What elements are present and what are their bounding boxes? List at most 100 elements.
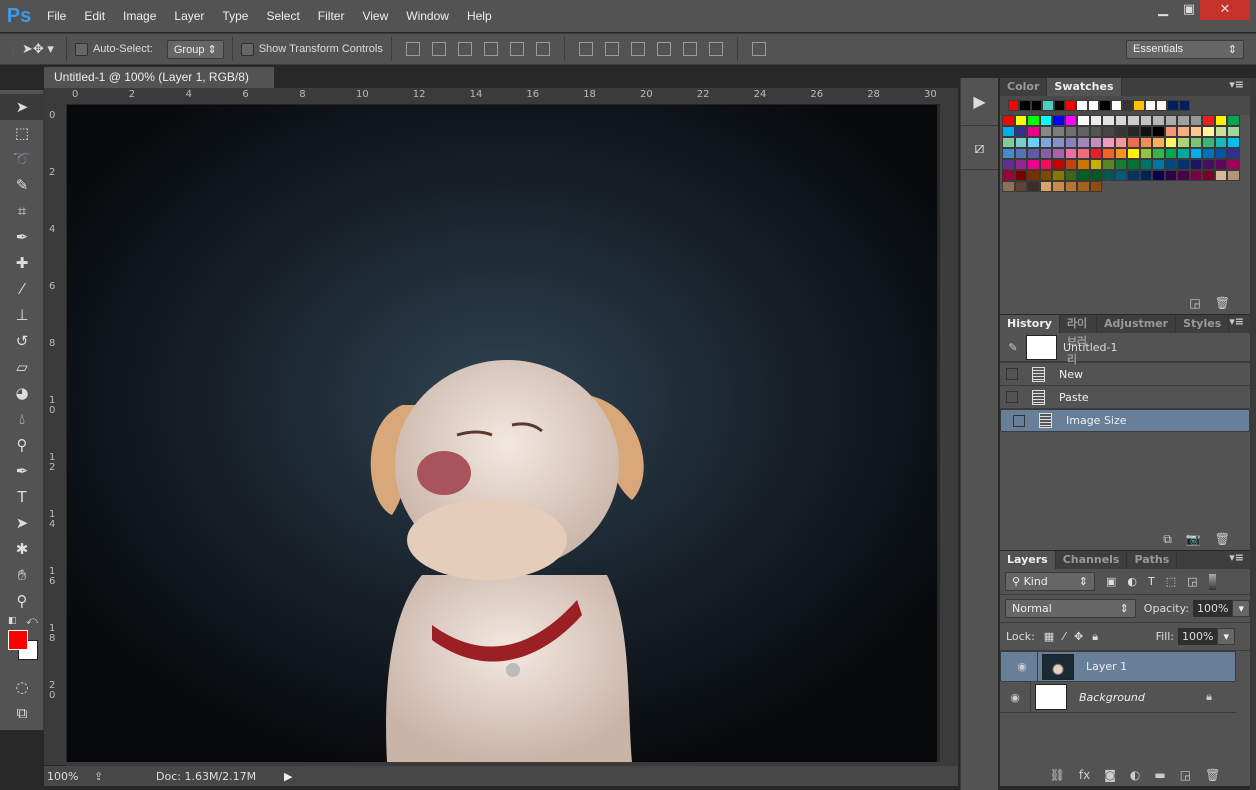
swatch[interactable]	[1214, 115, 1227, 126]
panel-menu-icon[interactable]: ▾≡	[1229, 551, 1250, 569]
history-brush-source-icon[interactable]: ✎	[1000, 341, 1026, 354]
tab-paths[interactable]: Paths	[1127, 551, 1178, 569]
quick-mask-icon[interactable]: ◌	[0, 674, 44, 700]
swatch[interactable]	[1008, 100, 1020, 111]
swatch[interactable]	[1102, 115, 1115, 126]
swatch[interactable]	[1077, 181, 1090, 192]
swatch[interactable]	[1144, 100, 1157, 111]
swatch[interactable]	[1089, 170, 1102, 181]
zoom-tool-icon[interactable]: ⚲	[0, 588, 44, 614]
swatch[interactable]	[1189, 115, 1202, 126]
tab-color[interactable]: Color	[1000, 78, 1048, 96]
swatch[interactable]	[1014, 115, 1027, 126]
properties-icon[interactable]: ⧄	[961, 126, 998, 170]
align-left-icon[interactable]	[483, 42, 498, 56]
swap-colors-icon[interactable]: ⤺	[26, 614, 38, 628]
swatch[interactable]	[1030, 100, 1043, 111]
document-tab[interactable]: Untitled-1 @ 100% (Layer 1, RGB/8) *×	[44, 67, 274, 105]
swatch[interactable]	[1127, 148, 1140, 159]
swatch[interactable]	[1139, 159, 1152, 170]
menu-select[interactable]: Select	[257, 9, 308, 23]
swatch[interactable]	[1089, 181, 1102, 192]
dodge-tool-icon[interactable]: ⚲	[0, 432, 44, 458]
marquee-tool-icon[interactable]: ⬚	[0, 120, 44, 146]
swatch[interactable]	[1164, 115, 1177, 126]
swatch[interactable]	[1189, 137, 1202, 148]
filter-adjustment-icon[interactable]: ◐	[1127, 575, 1137, 588]
link-layers-icon[interactable]: ⛓	[1050, 768, 1065, 782]
swatch[interactable]	[1227, 170, 1240, 181]
align-top-icon[interactable]	[405, 42, 420, 56]
swatch[interactable]	[1064, 137, 1077, 148]
tab-swatches[interactable]: Swatches	[1047, 78, 1122, 96]
swatch[interactable]	[1202, 148, 1215, 159]
delete-layer-icon[interactable]: 🗑	[1205, 768, 1220, 782]
filter-toggle[interactable]	[1208, 573, 1216, 590]
layer-lock-icon[interactable]: 🔒︎	[1206, 690, 1212, 704]
swatch[interactable]	[1177, 115, 1190, 126]
new-document-from-state-icon[interactable]: ⧉	[1163, 532, 1172, 547]
swatch[interactable]	[1164, 159, 1177, 170]
swatch[interactable]	[1164, 137, 1177, 148]
swatch[interactable]	[1202, 170, 1215, 181]
swatch[interactable]	[1202, 115, 1215, 126]
swatch[interactable]	[1189, 126, 1202, 137]
swatch[interactable]	[1052, 159, 1065, 170]
menu-help[interactable]: Help	[458, 9, 501, 23]
swatch[interactable]	[1064, 115, 1077, 126]
tab-adjustments[interactable]: Adjustmer	[1097, 315, 1177, 333]
swatch[interactable]	[1102, 170, 1115, 181]
swatch[interactable]	[1014, 159, 1027, 170]
foreground-color[interactable]	[8, 630, 28, 650]
swatch[interactable]	[1127, 159, 1140, 170]
align-bottom-icon[interactable]	[457, 42, 472, 56]
swatch[interactable]	[1039, 137, 1052, 148]
fill-dropdown[interactable]: ▾	[1217, 628, 1235, 645]
swatch[interactable]	[1114, 126, 1127, 137]
swatch[interactable]	[1139, 115, 1152, 126]
swatch[interactable]	[1076, 100, 1088, 111]
swatch[interactable]	[1214, 137, 1227, 148]
swatch[interactable]	[1014, 137, 1027, 148]
swatch[interactable]	[1152, 170, 1165, 181]
swatch[interactable]	[1202, 159, 1215, 170]
swatch[interactable]	[1002, 170, 1015, 181]
workspace-dropdown[interactable]: Essentials ⇕	[1126, 39, 1244, 59]
move-tool-preset-icon[interactable]: ➤✥ ▾	[22, 41, 54, 57]
fill-input[interactable]: 100%	[1178, 628, 1218, 645]
paint-bucket-tool-icon[interactable]: ◕	[0, 380, 44, 406]
swatch[interactable]	[1014, 148, 1027, 159]
swatch[interactable]	[1039, 159, 1052, 170]
swatch[interactable]	[1127, 126, 1140, 137]
lock-transparent-icon[interactable]: ▦	[1044, 630, 1054, 643]
filter-smart-object-icon[interactable]: ◲	[1187, 575, 1197, 588]
swatch[interactable]	[1139, 137, 1152, 148]
swatch[interactable]	[1189, 170, 1202, 181]
swatch[interactable]	[1077, 170, 1090, 181]
filter-pixel-icon[interactable]: ▣	[1106, 575, 1116, 588]
distribute-bottom-icon[interactable]	[630, 42, 645, 56]
lock-pixels-icon[interactable]: ⁄	[1063, 630, 1065, 643]
tab-libraries[interactable]: 라이브러리	[1060, 315, 1097, 366]
visibility-eye-icon[interactable]: ◉	[1007, 660, 1037, 673]
swatch[interactable]	[1177, 137, 1190, 148]
crop-tool-icon[interactable]: ⌗	[0, 198, 44, 224]
auto-align-icon[interactable]	[751, 42, 766, 56]
swatch[interactable]	[1139, 126, 1152, 137]
healing-brush-tool-icon[interactable]: ✚	[0, 250, 44, 276]
swatch[interactable]	[1077, 159, 1090, 170]
opacity-dropdown[interactable]: ▾	[1232, 600, 1250, 617]
swatch[interactable]	[1064, 100, 1077, 111]
auto-select-checkbox[interactable]	[74, 42, 88, 56]
swatch[interactable]	[1177, 170, 1190, 181]
new-snapshot-icon[interactable]: 📷	[1186, 532, 1201, 546]
swatch[interactable]	[1039, 170, 1052, 181]
swatch[interactable]	[1152, 159, 1165, 170]
panel-menu-icon[interactable]: ▾≡	[1229, 78, 1250, 96]
swatch[interactable]	[1114, 170, 1127, 181]
new-swatch-icon[interactable]: ◲	[1189, 296, 1200, 310]
swatch[interactable]	[1102, 137, 1115, 148]
swatch[interactable]	[1089, 148, 1102, 159]
swatch[interactable]	[1077, 115, 1090, 126]
path-selection-tool-icon[interactable]: ➤	[0, 510, 44, 536]
